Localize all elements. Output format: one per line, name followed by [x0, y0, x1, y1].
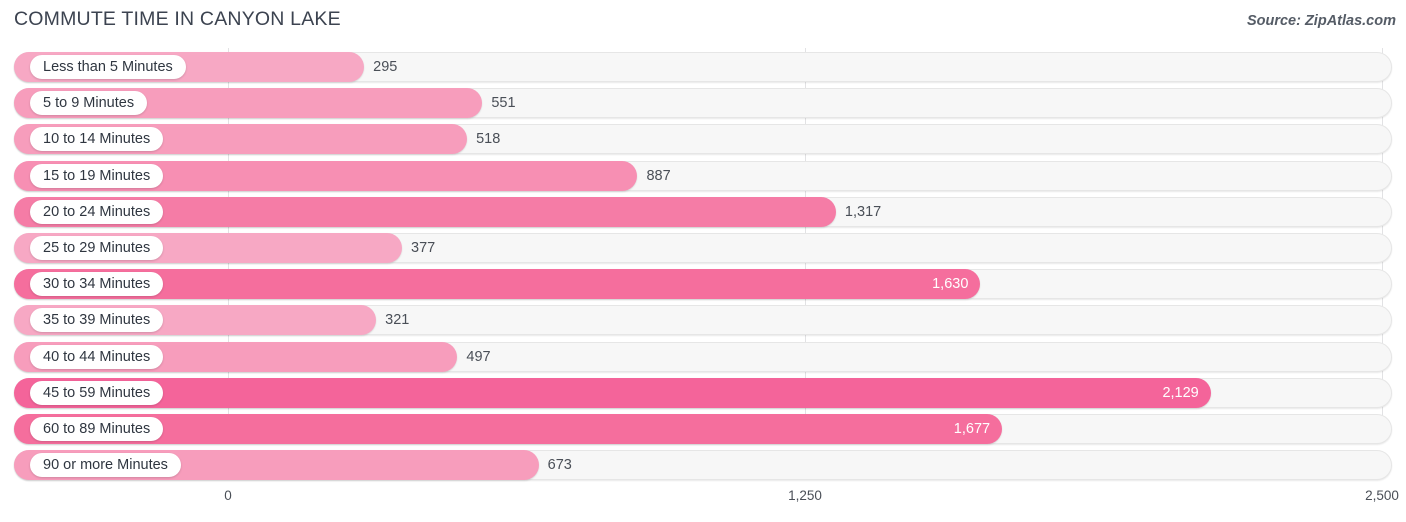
bar-value-label: 497: [466, 348, 491, 365]
bar-value-label: 321: [385, 312, 410, 329]
bar-category-label: 30 to 34 Minutes: [30, 272, 164, 297]
bar-category-label: 25 to 29 Minutes: [30, 236, 164, 260]
bar-category-label: 10 to 14 Minutes: [30, 127, 164, 152]
x-axis-tick-label: 0: [224, 488, 232, 503]
bar-value-label: 887: [646, 167, 671, 184]
bar-category-label: 5 to 9 Minutes: [30, 91, 148, 116]
x-axis-tick-label: 2,500: [1365, 488, 1399, 503]
source-attribution: Source: ZipAtlas.com: [1246, 13, 1396, 29]
bar-category-label: 90 or more Minutes: [30, 453, 181, 478]
page-title: COMMUTE TIME IN CANYON LAKE: [14, 8, 341, 30]
bar-value-label: 1,677: [953, 421, 991, 437]
x-axis: 0 1,250 2,500: [0, 488, 1406, 508]
bar-category-label: 20 to 24 Minutes: [30, 199, 164, 224]
bar-row[interactable]: 15 to 19 Minutes 887: [0, 160, 1406, 191]
x-axis-tick-label: 1,250: [788, 488, 822, 503]
bar-row[interactable]: 60 to 89 Minutes 1,677: [0, 414, 1406, 444]
bar-row[interactable]: 90 or more Minutes 673: [0, 450, 1406, 481]
bar-row[interactable]: 5 to 9 Minutes 551: [0, 88, 1406, 119]
bar-row[interactable]: 30 to 34 Minutes 1,630: [0, 269, 1406, 300]
bar-value-label: 551: [491, 95, 516, 112]
bar-category-label: 40 to 44 Minutes: [30, 344, 164, 369]
chart-container: COMMUTE TIME IN CANYON LAKE Source: ZipA…: [0, 0, 1406, 522]
bar-value-label: 377: [411, 240, 436, 256]
bar-value-label: 295: [373, 59, 398, 75]
bar-value-label: 1,317: [844, 203, 882, 220]
bar-row[interactable]: 25 to 29 Minutes 377: [0, 233, 1406, 263]
bar-category-label: Less than 5 Minutes: [30, 55, 186, 79]
bar-category-label: 15 to 19 Minutes: [30, 163, 164, 188]
bar-category-label: 45 to 59 Minutes: [30, 380, 164, 405]
bar-row[interactable]: 10 to 14 Minutes 518: [0, 124, 1406, 155]
bar-row[interactable]: Less than 5 Minutes 295: [0, 52, 1406, 82]
bar-row[interactable]: 40 to 44 Minutes 497: [0, 341, 1406, 372]
bar-category-label: 60 to 89 Minutes: [30, 417, 164, 441]
bar-row[interactable]: 45 to 59 Minutes 2,129: [0, 377, 1406, 408]
bar-value-label: 2,129: [1162, 384, 1199, 401]
bar[interactable]: [14, 377, 1211, 408]
bar-row[interactable]: 35 to 39 Minutes 321: [0, 305, 1406, 336]
bar-category-label: 35 to 39 Minutes: [30, 308, 164, 333]
bar-value-label: 518: [476, 131, 501, 148]
bar-value-label: 673: [547, 457, 572, 474]
plot-area: Less than 5 Minutes 295 5 to 9 Minutes 551 1…: [0, 48, 1406, 485]
bar-value-label: 1,630: [932, 276, 969, 293]
bar-row[interactable]: 20 to 24 Minutes 1,317: [0, 196, 1406, 227]
